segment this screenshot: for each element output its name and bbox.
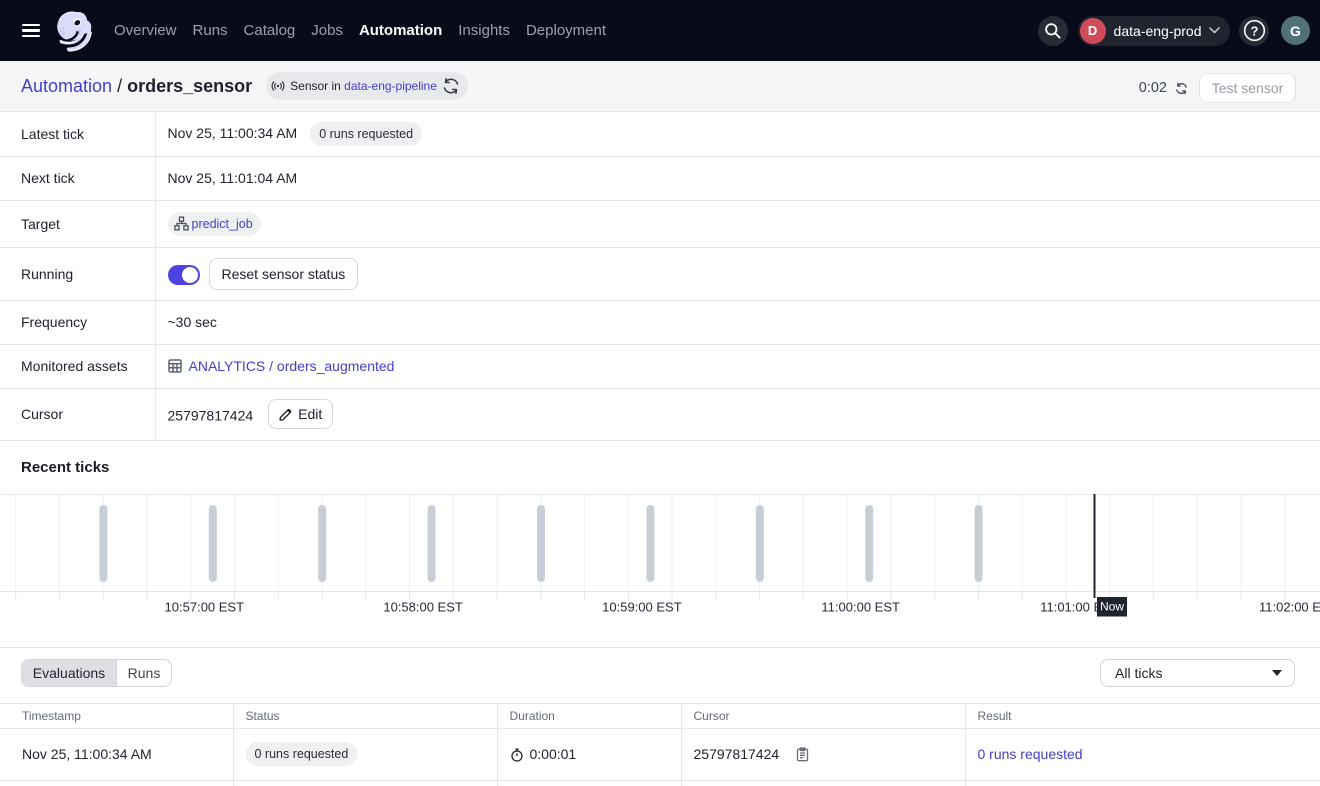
svg-text:10:58:00 EST: 10:58:00 EST (383, 599, 463, 614)
svg-text:Now: Now (1100, 599, 1124, 613)
svg-text:10:57:00 EST: 10:57:00 EST (165, 599, 245, 614)
svg-text:10:59:00 EST: 10:59:00 EST (602, 599, 682, 614)
svg-text:11:02:00 EST: 11:02:00 EST (1259, 599, 1320, 614)
svg-text:11:00:00 EST: 11:00:00 EST (821, 599, 900, 614)
svg-text:?: ? (1250, 23, 1258, 38)
